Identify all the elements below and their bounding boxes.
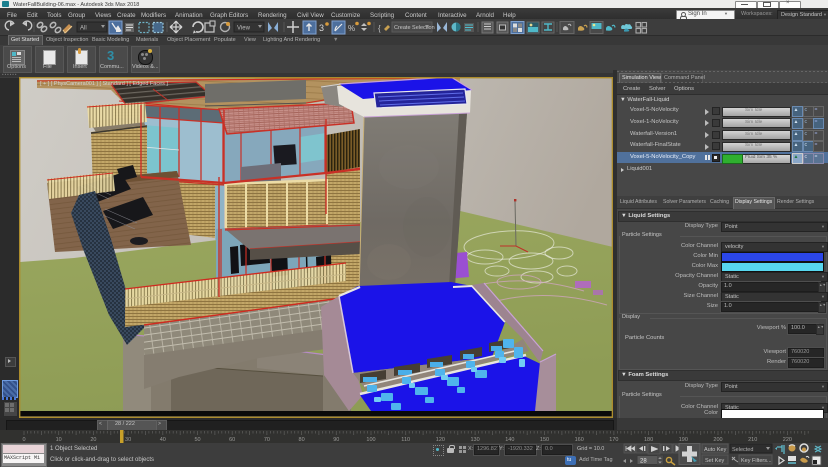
- svg-text:{: {: [378, 24, 381, 33]
- svg-text:[ + ] [ PhysCamera001 ] [ Stan: [ + ] [ PhysCamera001 ] [ Standard ] [ E…: [40, 81, 168, 87]
- svg-text:28: 28: [640, 459, 647, 465]
- svg-text:Create Selection: Create Selection: [394, 25, 435, 31]
- svg-text:Auto Key: Auto Key: [704, 447, 727, 453]
- svg-text:Key Filters...: Key Filters...: [741, 458, 772, 464]
- svg-text:Selected: Selected: [732, 447, 753, 453]
- svg-text:Set Key: Set Key: [705, 458, 725, 464]
- svg-text:All: All: [80, 26, 87, 32]
- svg-text:3: 3: [319, 23, 324, 33]
- svg-text:%: %: [348, 24, 355, 33]
- svg-text:View: View: [237, 26, 251, 32]
